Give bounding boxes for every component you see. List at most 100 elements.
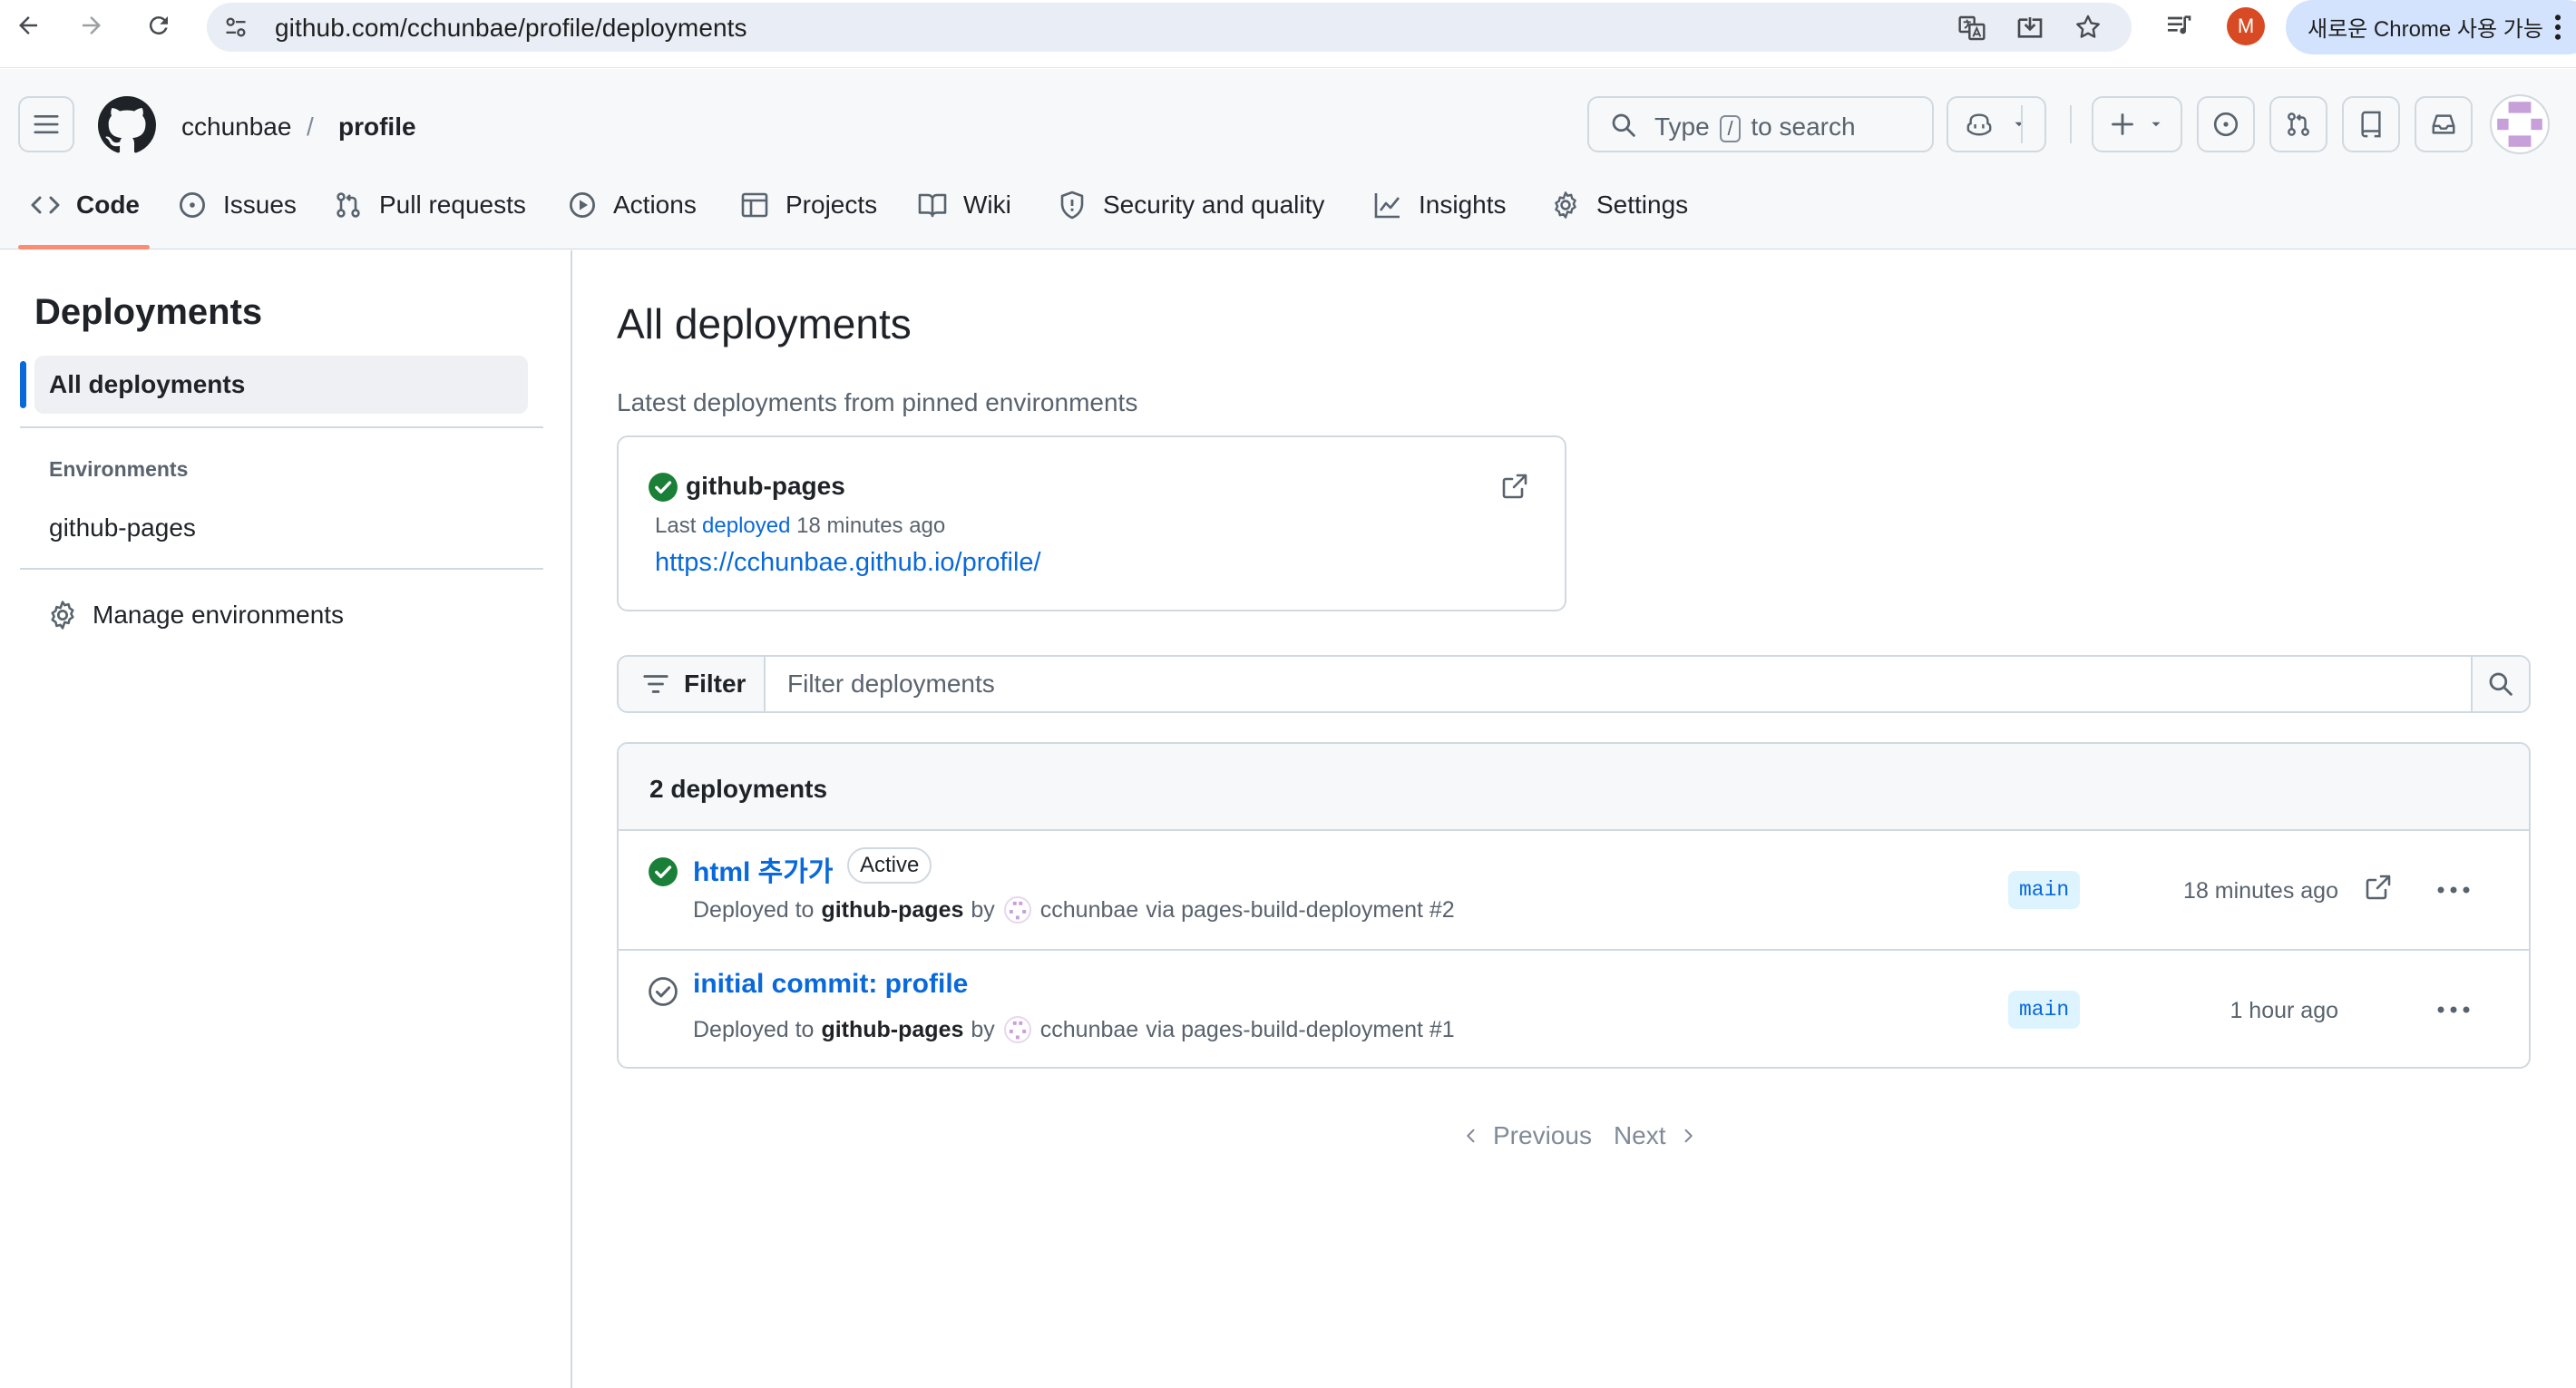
deployed-link[interactable]: deployed — [702, 513, 790, 538]
translate-icon[interactable] — [1957, 14, 1986, 43]
kebab-menu-icon[interactable] — [2551, 13, 2565, 42]
environment-name[interactable]: github-pages — [686, 472, 845, 501]
active-nav-indicator — [20, 361, 26, 408]
breadcrumb-separator: / — [307, 112, 314, 141]
github-logo-icon[interactable] — [98, 96, 156, 154]
repositories-button[interactable] — [2342, 96, 2400, 152]
user-avatar[interactable] — [2490, 94, 2550, 154]
link-external-icon[interactable] — [2364, 873, 2393, 902]
tab-projects[interactable]: Projects — [740, 178, 877, 232]
bookmark-star-icon[interactable] — [2073, 13, 2103, 42]
deployment-title-link[interactable]: initial commit: profile — [693, 969, 968, 1000]
git-pull-request-icon — [2288, 112, 2309, 136]
next-page-button[interactable]: Next — [1614, 1121, 1697, 1150]
tab-pull-requests[interactable]: Pull requests — [334, 178, 526, 232]
branch-label[interactable]: main — [2008, 991, 2081, 1029]
tab-wiki-label: Wiki — [963, 191, 1011, 219]
tab-security[interactable]: Security and quality — [1058, 178, 1324, 232]
create-new-button[interactable] — [2092, 96, 2182, 152]
pull-requests-button[interactable] — [2269, 96, 2327, 152]
install-app-icon[interactable] — [2015, 14, 2044, 43]
forward-button[interactable] — [69, 3, 114, 48]
media-controls-icon[interactable] — [2164, 11, 2193, 40]
github-header: cchunbae / profile Type / to search Code… — [0, 69, 2576, 249]
tab-settings-label: Settings — [1596, 191, 1689, 219]
global-nav-menu-button[interactable] — [18, 96, 74, 152]
inbox-button[interactable] — [2415, 96, 2473, 152]
deployed-to-text: Deployed to — [693, 896, 815, 923]
tab-issues[interactable]: Issues — [178, 178, 297, 232]
workflow-run-link[interactable]: via pages-build-deployment #2 — [1146, 897, 1455, 924]
issues-button[interactable] — [2197, 96, 2255, 152]
avatar[interactable] — [1003, 1016, 1031, 1043]
breadcrumb-owner[interactable]: cchunbae — [181, 112, 291, 142]
more-options-button[interactable] — [2431, 987, 2476, 1032]
chrome-update-button[interactable]: 새로운 Chrome 사용 가능 — [2286, 0, 2576, 54]
chevron-right-icon — [1684, 1129, 1693, 1143]
environments-heading: Environments — [49, 457, 189, 481]
manage-environments-link[interactable]: Manage environments — [47, 597, 344, 633]
table-icon — [741, 192, 768, 218]
search-icon — [1612, 113, 1635, 137]
chevron-left-icon — [1467, 1129, 1475, 1143]
pagination: Previous Next — [1462, 1118, 1697, 1154]
avatar[interactable] — [1003, 896, 1031, 924]
sidebar-item-all-deployments[interactable]: All deployments — [34, 356, 528, 414]
sidebar-divider — [20, 426, 543, 428]
tab-insights[interactable]: Insights — [1373, 178, 1507, 232]
gear-icon — [51, 601, 74, 630]
breadcrumb-repo[interactable]: profile — [338, 112, 416, 142]
deployments-count: 2 deployments — [649, 775, 828, 803]
user-link[interactable]: cchunbae — [1040, 897, 1138, 924]
identicon-icon — [2497, 102, 2542, 147]
arrow-left-icon — [19, 16, 37, 34]
chrome-profile-avatar[interactable]: M — [2227, 7, 2265, 45]
git-pull-request-icon — [337, 192, 360, 218]
filter-button[interactable]: Filter — [619, 657, 766, 711]
copilot-icon — [1966, 113, 1992, 136]
tab-settings[interactable]: Settings — [1551, 178, 1688, 232]
filter-search-button[interactable] — [2471, 657, 2529, 711]
tab-issues-label: Issues — [223, 191, 297, 219]
link-external-icon[interactable] — [1500, 472, 1529, 501]
branch-label[interactable]: main — [2008, 871, 2081, 909]
chrome-update-label: 새로운 Chrome 사용 가능 — [2308, 17, 2543, 42]
environment-link[interactable]: github-pages — [821, 1017, 963, 1043]
tab-actions[interactable]: Actions — [568, 178, 697, 232]
meta-prefix: Last — [655, 513, 697, 538]
url-text[interactable]: github.com/cchunbae/profile/deployments — [275, 14, 747, 43]
filter-deployments-input[interactable] — [769, 660, 2375, 708]
sidebar-item-github-pages[interactable]: github-pages — [49, 513, 196, 542]
environment-url-link[interactable]: https://cchunbae.github.io/profile/ — [655, 548, 1041, 578]
header-divider — [2070, 105, 2072, 143]
environment-link[interactable]: github-pages — [821, 897, 963, 924]
previous-page-button[interactable]: Previous — [1462, 1121, 1592, 1150]
search-input[interactable]: Type / to search — [1587, 96, 1934, 152]
manage-environments-label: Manage environments — [93, 601, 345, 629]
workflow-run-link[interactable]: via pages-build-deployment #1 — [1146, 1017, 1455, 1043]
sidebar-divider — [20, 568, 543, 570]
tab-insights-label: Insights — [1419, 191, 1507, 219]
inbox-icon — [2432, 114, 2455, 134]
play-icon — [569, 191, 596, 219]
user-link[interactable]: cchunbae — [1040, 1017, 1138, 1043]
address-bar[interactable]: github.com/cchunbae/profile/deployments — [207, 3, 2132, 52]
issue-opened-icon — [179, 191, 206, 219]
more-options-button[interactable] — [2431, 867, 2476, 913]
back-button[interactable] — [5, 3, 51, 48]
search-suffix: to search — [1751, 112, 1856, 141]
triangle-down-icon — [2015, 122, 2024, 127]
site-settings-icon[interactable] — [223, 15, 249, 40]
status-badge: Active — [847, 847, 932, 884]
repo-icon — [2361, 111, 2381, 138]
by-text: by — [971, 1016, 995, 1042]
deployment-time: 18 minutes ago — [2183, 878, 2338, 904]
tab-code[interactable]: Code — [31, 178, 140, 232]
page-title: All deployments — [617, 300, 912, 347]
tab-wiki[interactable]: Wiki — [918, 178, 1011, 232]
deployment-title-link[interactable]: html 추가가 — [693, 849, 833, 889]
previous-label: Previous — [1493, 1121, 1592, 1149]
shield-icon — [1060, 191, 1084, 220]
copilot-button[interactable] — [1947, 96, 2046, 152]
reload-button[interactable] — [136, 3, 181, 48]
